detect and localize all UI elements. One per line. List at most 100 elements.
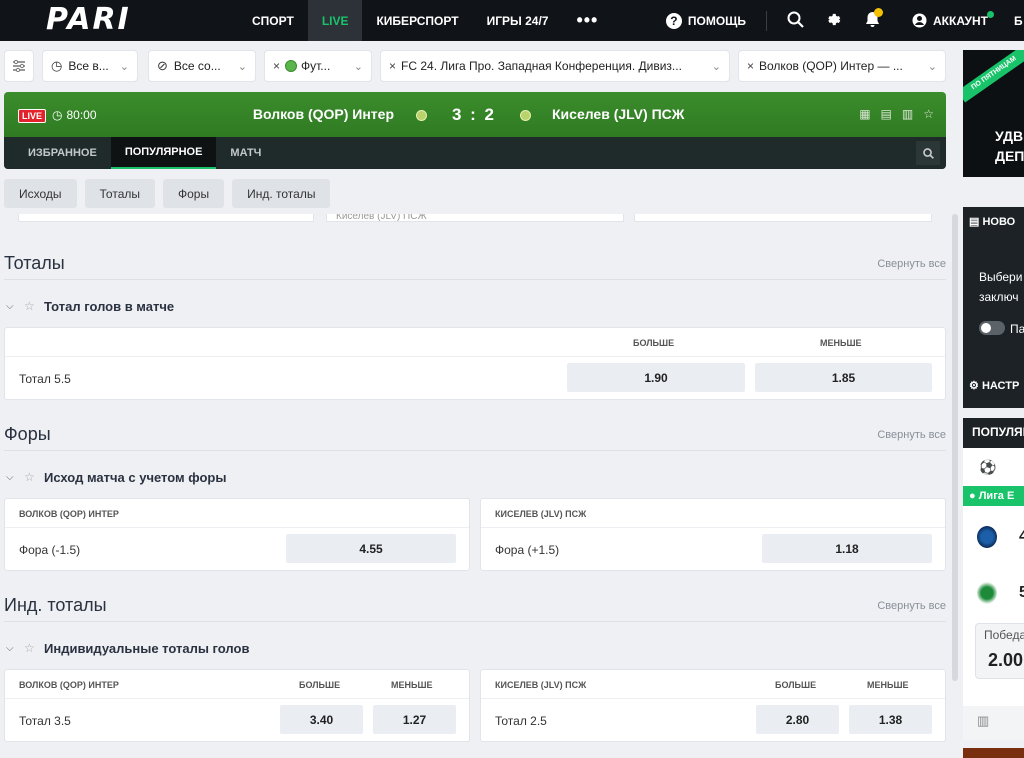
market-card-header: Волков (QOP) Интер bbox=[5, 499, 469, 528]
favorite-star-icon[interactable]: ☆ bbox=[923, 107, 934, 121]
help-button[interactable]: ? ПОМОЩЬ bbox=[665, 12, 747, 29]
odd-button-under[interactable]: 1.27 bbox=[373, 705, 456, 734]
nav-item-sport[interactable]: Спорт bbox=[238, 0, 308, 41]
news-toggle[interactable] bbox=[979, 321, 1005, 335]
scoreboard-icon[interactable]: ▤ bbox=[881, 107, 892, 121]
promo-line-1: УДВ bbox=[995, 128, 1024, 144]
popular-widget: ПОПУЛЯР ⚽ ● Лига Е 4 5 Победа 2.00 ▥ bbox=[963, 418, 1024, 740]
favorite-star-icon[interactable]: ☆ bbox=[24, 299, 44, 313]
chip-individual-totals[interactable]: Инд. тоталы bbox=[232, 179, 331, 208]
header-cut-item[interactable]: Б bbox=[1014, 14, 1024, 28]
match-filter-chip[interactable]: × Волков (QOP) Интер — ... ⌄ bbox=[738, 50, 946, 82]
promo-banner[interactable]: ПО ПЯТНИЦАМ УДВ ДЕП bbox=[963, 50, 1024, 177]
odd-button-over[interactable]: 1.90 bbox=[567, 363, 745, 392]
team-home-name[interactable]: Волков (QOP) Интер bbox=[253, 106, 394, 122]
section-title: Тоталы bbox=[4, 253, 65, 273]
more-menu-icon[interactable]: ••• bbox=[562, 0, 612, 41]
section-handicaps: Форы Свернуть все ⌵ ☆ Исход матча с учет… bbox=[4, 419, 946, 571]
bottom-promo-banner[interactable] bbox=[963, 748, 1024, 758]
market-group-chips: Исходы Тоталы Форы Инд. тоталы bbox=[4, 179, 331, 208]
column-over: Больше bbox=[775, 680, 817, 690]
pari-logo[interactable]: PARI bbox=[46, 2, 131, 37]
row-label: Тотал 5.5 bbox=[19, 372, 71, 386]
time-filter-dropdown[interactable]: ◷ Все в... ⌄ bbox=[42, 50, 138, 82]
settings-gear-icon: ⚙ bbox=[969, 380, 979, 392]
notification-dot bbox=[874, 7, 884, 17]
market-card-home: Волков (QOP) Интер Больше Меньше Тотал 3… bbox=[4, 669, 470, 742]
account-status-dot bbox=[987, 11, 994, 18]
market-row: Тотал 3.5 3.40 1.27 bbox=[5, 699, 469, 741]
football-icon[interactable]: ⚽ bbox=[963, 448, 1024, 486]
row-label: Тотал 2.5 bbox=[495, 714, 547, 728]
league-label[interactable]: ● Лига Е bbox=[963, 486, 1024, 506]
stats-icon[interactable]: ▥ bbox=[902, 107, 913, 121]
match-clock: ◷ 80:00 bbox=[52, 108, 97, 122]
clock-icon: ◷ bbox=[52, 108, 63, 122]
market-header[interactable]: ⌵ ☆ Тотал голов в матче bbox=[4, 290, 946, 322]
favorite-star-icon[interactable]: ☆ bbox=[24, 641, 44, 655]
chevron-down-icon[interactable]: ⌵ bbox=[6, 301, 24, 312]
market-name: Тотал голов в матче bbox=[44, 298, 175, 314]
news-settings-button[interactable]: ⚙ НАСТР bbox=[969, 379, 1019, 392]
chip-outcomes[interactable]: Исходы bbox=[4, 179, 77, 208]
main-scrollbar[interactable] bbox=[952, 214, 958, 681]
nav-item-live[interactable]: LIVE bbox=[307, 0, 363, 41]
search-icon[interactable] bbox=[787, 11, 804, 31]
team-away-name[interactable]: Киселев (JLV) ПСЖ bbox=[552, 106, 684, 122]
odd-button[interactable]: 1.18 bbox=[762, 534, 932, 563]
market-cards-row: Волков (QOP) Интер Больше Меньше Тотал 3… bbox=[4, 669, 946, 742]
account-icon bbox=[912, 13, 927, 28]
news-icon: ▤ bbox=[969, 216, 980, 228]
market-header[interactable]: ⌵ ☆ Исход матча с учетом форы bbox=[4, 461, 946, 493]
team-home-indicator-icon bbox=[416, 110, 427, 121]
tab-popular[interactable]: Популярное bbox=[110, 137, 217, 169]
chip-handicaps[interactable]: Форы bbox=[163, 179, 225, 208]
market-header[interactable]: ⌵ ☆ Индивидуальные тоталы голов bbox=[4, 632, 946, 664]
section-individual-totals: Инд. тоталы Свернуть все ⌵ ☆ Индивидуаль… bbox=[4, 590, 946, 742]
odd-button-under[interactable]: 1.85 bbox=[755, 363, 932, 392]
chevron-down-icon[interactable]: ⌵ bbox=[6, 472, 24, 483]
odd-button-over[interactable]: 2.80 bbox=[756, 705, 839, 734]
nav-item-games[interactable]: Игры 24/7 bbox=[473, 0, 563, 41]
remove-filter-icon[interactable]: × bbox=[273, 59, 280, 73]
column-over: Больше bbox=[299, 680, 341, 690]
remove-filter-icon[interactable]: × bbox=[389, 59, 396, 73]
tab-match[interactable]: Матч bbox=[216, 137, 275, 169]
collapse-all-link[interactable]: Свернуть все bbox=[877, 258, 946, 270]
market-name: Индивидуальные тоталы голов bbox=[44, 640, 250, 656]
filter-settings-button[interactable] bbox=[4, 50, 34, 82]
news-widget: ▤ НОВО Выбери заключ Па ⚙ НАСТР bbox=[963, 207, 1024, 408]
chip-totals[interactable]: Тоталы bbox=[84, 179, 155, 208]
market-row: Фора (-1.5) 4.55 bbox=[5, 528, 469, 570]
header-divider bbox=[766, 10, 768, 31]
chevron-down-icon: ⌄ bbox=[237, 60, 247, 73]
match-header: LIVE ◷ 80:00 Волков (QOP) Интер 3 : 2 Ки… bbox=[4, 92, 946, 169]
event-filter-dropdown[interactable]: ⊘ Все со... ⌄ bbox=[148, 50, 256, 82]
settings-gear-icon[interactable] bbox=[824, 11, 841, 31]
popular-header: ПОПУЛЯР bbox=[963, 418, 1024, 448]
tab-favorites[interactable]: Избранное bbox=[4, 137, 111, 169]
match-score: 3 : 2 bbox=[451, 105, 497, 124]
odd-button-over[interactable]: 3.40 bbox=[280, 705, 363, 734]
stats-icon[interactable]: ▥ bbox=[963, 706, 1024, 740]
remove-filter-icon[interactable]: × bbox=[747, 59, 754, 73]
favorite-star-icon[interactable]: ☆ bbox=[24, 470, 44, 484]
notifications-bell-icon[interactable] bbox=[865, 7, 884, 31]
sport-filter-chip[interactable]: × Фут... ⌄ bbox=[264, 50, 372, 82]
help-label: ПОМОЩЬ bbox=[687, 13, 747, 28]
market-card-header: Киселев (JLV) ПСЖ Больше Меньше bbox=[481, 670, 945, 699]
odd-button[interactable]: 4.55 bbox=[286, 534, 456, 563]
league-filter-chip[interactable]: × FC 24. Лига Про. Западная Конференция.… bbox=[380, 50, 730, 82]
team-away-indicator-icon bbox=[520, 110, 531, 121]
match-scoreboard: LIVE ◷ 80:00 Волков (QOP) Интер 3 : 2 Ки… bbox=[4, 92, 946, 137]
collapse-all-link[interactable]: Свернуть все bbox=[877, 600, 946, 612]
field-view-icon[interactable]: ▦ bbox=[859, 107, 870, 121]
odd-button-under[interactable]: 1.38 bbox=[849, 705, 932, 734]
market-search-icon[interactable] bbox=[916, 141, 940, 165]
account-button[interactable]: АККАУНТ bbox=[912, 11, 994, 28]
outcome-label: Победа bbox=[984, 628, 1024, 642]
chevron-down-icon[interactable]: ⌵ bbox=[6, 643, 24, 654]
nav-item-esports[interactable]: Киберспорт bbox=[362, 0, 472, 41]
collapse-all-link[interactable]: Свернуть все bbox=[877, 429, 946, 441]
main-nav: Спорт LIVE Киберспорт Игры 24/7 ••• bbox=[238, 0, 612, 41]
